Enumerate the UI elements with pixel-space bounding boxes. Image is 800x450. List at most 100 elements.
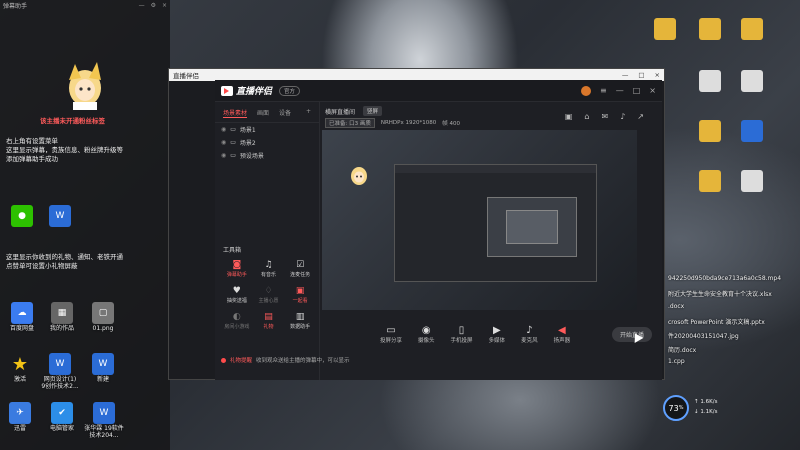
desktop-icon-png[interactable]: ▢ 01.png (83, 302, 123, 332)
desktop-icon-my-works[interactable]: ▦ 我的作品 (42, 302, 82, 332)
tool-gift[interactable]: ▤ 礼物 (253, 312, 285, 330)
version-pill[interactable]: 官方 (279, 85, 301, 96)
camera-button[interactable]: ◉ 摄像头 (418, 325, 435, 344)
toolbox-title: 工具箱 (223, 247, 242, 254)
shop-icon[interactable]: ⌂ (584, 112, 589, 121)
tab-portrait[interactable]: 竖屏 (363, 106, 383, 116)
desktop-icon-activate[interactable]: ★ 激活 (0, 353, 40, 384)
gift-notes: 这里显示你收到的礼物、通知、老铁开通 点赞单可设置小礼物屏蔽 (6, 253, 123, 271)
microphone-button[interactable]: ♪ 麦克风 (521, 325, 538, 344)
message-icon[interactable]: ✉ (601, 112, 608, 121)
tool-music[interactable]: ♫ 有音乐 (253, 260, 285, 278)
lock-icon[interactable]: ▭ (230, 139, 236, 146)
desktop-file[interactable]: .docx (668, 303, 684, 310)
tab-scene-material[interactable]: 场景素材 (223, 108, 248, 118)
avatar[interactable] (581, 85, 592, 96)
scene-item[interactable]: ◉ ▭ 场景1 (215, 123, 319, 136)
close-button[interactable]: × (655, 71, 660, 79)
logo-text: 直播伴侣 (236, 87, 273, 97)
quality-chip[interactable]: 已准备: 口3 画质 (325, 118, 375, 128)
desktop-icon-baidu-netdisk[interactable]: ☁ 百度网盘 (2, 302, 42, 332)
desktop-icon-thunder[interactable]: ✈ 迅雷 (0, 402, 40, 432)
desktop-icon-resume-doc[interactable]: W 张华霖 19软件技术204... (84, 402, 124, 439)
desktop-file[interactable]: 简历.docx (668, 345, 696, 354)
nested-screen-capture (394, 164, 597, 282)
desktop-icon-file[interactable] (690, 170, 730, 192)
desktop-icon-file[interactable] (690, 70, 730, 92)
desktop-icon-file[interactable] (732, 120, 772, 142)
cloud-icon: ☁ (11, 302, 33, 324)
tool-wish[interactable]: ♢ 主播心愿 (253, 286, 285, 304)
preview-canvas[interactable] (322, 130, 637, 310)
desktop-icon-file[interactable] (732, 170, 772, 192)
diamond-icon: ♢ (264, 286, 273, 296)
status-bar: 礼物提醒 收到观众送给主播的弹幕中，可以显示 (215, 354, 662, 366)
maximize-button[interactable]: □ (638, 71, 644, 79)
screen-share-button[interactable]: ▭ 投屏分享 (380, 325, 402, 344)
desktop-icon-web-design[interactable]: W 网页设计(1) 9创作技术2... (40, 353, 80, 390)
record-icon[interactable]: ▣ (565, 112, 573, 121)
panel-title: 弹幕助手 (3, 2, 28, 10)
phone-icon: ▯ (458, 324, 465, 336)
lock-icon[interactable]: ▭ (230, 152, 236, 159)
scene-item[interactable]: ◉ ▭ 预设场景 (215, 149, 319, 162)
preview-header: 横屏直播间 竖屏 (325, 106, 383, 116)
settings-icon[interactable]: ⚙ (151, 2, 156, 9)
lock-icon[interactable]: ▭ (230, 126, 236, 133)
add-icon[interactable]: + (306, 108, 311, 118)
window-title: 直播伴侣 (173, 72, 199, 80)
share-icon[interactable]: ↗ (637, 112, 644, 121)
alert-dot-icon (221, 357, 226, 363)
desktop-icon-file[interactable] (690, 120, 730, 142)
phone-cast-button[interactable]: ▯ 手机投屏 (451, 325, 473, 344)
menu-icon[interactable]: ≡ (600, 86, 607, 95)
tab-landscape[interactable]: 横屏直播间 (325, 107, 355, 116)
star-icon: ★ (11, 353, 29, 375)
tool-data-assistant[interactable]: ▥ 数据助手 (284, 312, 316, 330)
eye-icon[interactable]: ◉ (221, 152, 226, 159)
tool-watch-together[interactable]: ▣ 一起看 (284, 286, 316, 304)
scene-item[interactable]: ◉ ▭ 场景2 (215, 136, 319, 149)
document-icon (741, 70, 763, 92)
desktop-file[interactable]: 942250d950bda9ce713a6a0c58.mp4 (668, 275, 781, 282)
toolbox-grid: ◙ 弹幕助手 ♫ 有音乐 ☑ 连麦任务 ♥ 抽奖送福 ♢ 主播心愿 ▣ 一起看 ◐ 房间小游戏… (221, 260, 316, 330)
close-icon[interactable]: × (649, 86, 656, 95)
tab-devices[interactable]: 设备 (279, 108, 291, 118)
system-load-gauge[interactable]: 73% (663, 395, 689, 421)
eye-icon[interactable]: ◉ (221, 126, 226, 133)
desktop-icon-file[interactable] (732, 70, 772, 92)
desktop-icon-wechat[interactable]: ● (2, 205, 42, 227)
note-line: 点赞单可设置小礼物屏蔽 (6, 262, 78, 270)
close-icon[interactable]: × (162, 2, 167, 9)
logo-icon (221, 85, 233, 96)
desktop-file[interactable]: 附近大学生生命安全教育十个决议.xlsx (668, 289, 772, 298)
tool-danmu-assistant[interactable]: ◙ 弹幕助手 (221, 260, 253, 278)
desktop-icon-word[interactable]: W (40, 205, 80, 227)
eye-icon[interactable]: ◉ (221, 139, 226, 146)
multimedia-button[interactable]: ▶ 多媒体 (489, 325, 506, 344)
desktop-icon-folder[interactable] (645, 18, 685, 40)
speaker-button[interactable]: ◀ 扬声器 (554, 325, 571, 344)
tool-lottery[interactable]: ♥ 抽奖送福 (221, 286, 253, 304)
desktop-file[interactable]: 1.cpp (668, 358, 685, 365)
desktop-icon-new-doc[interactable]: W 新建 (83, 353, 123, 383)
upload-speed: ↑ 1.6K/s (694, 399, 718, 405)
tab-canvas[interactable]: 画面 (257, 108, 269, 118)
maximize-icon[interactable]: □ (633, 86, 641, 95)
desktop-icon-file[interactable] (732, 18, 772, 40)
bell-icon[interactable]: ♪ (620, 112, 625, 121)
minimize-icon[interactable]: — (139, 2, 145, 9)
music-icon: ♫ (264, 260, 273, 270)
desktop-file[interactable]: crosoft PowerPoint 演示文稿.pptx (668, 317, 765, 326)
tool-mini-game[interactable]: ◐ 房间小游戏 (221, 312, 253, 330)
mascot-illustration (69, 62, 101, 110)
tool-link-task[interactable]: ☑ 连麦任务 (284, 260, 316, 278)
minimize-button[interactable]: — (622, 71, 629, 79)
monitor-icon: ▭ (386, 324, 396, 336)
folder-icon (699, 18, 721, 40)
desktop-icon-pc-manager[interactable]: ✔ 电脑管家 (42, 402, 82, 432)
desktop-file[interactable]: 件20200403151047.jpg (668, 331, 739, 340)
image-file-icon (741, 120, 763, 142)
desktop-icon-file[interactable] (690, 18, 730, 40)
minimize-icon[interactable]: — (616, 86, 624, 95)
